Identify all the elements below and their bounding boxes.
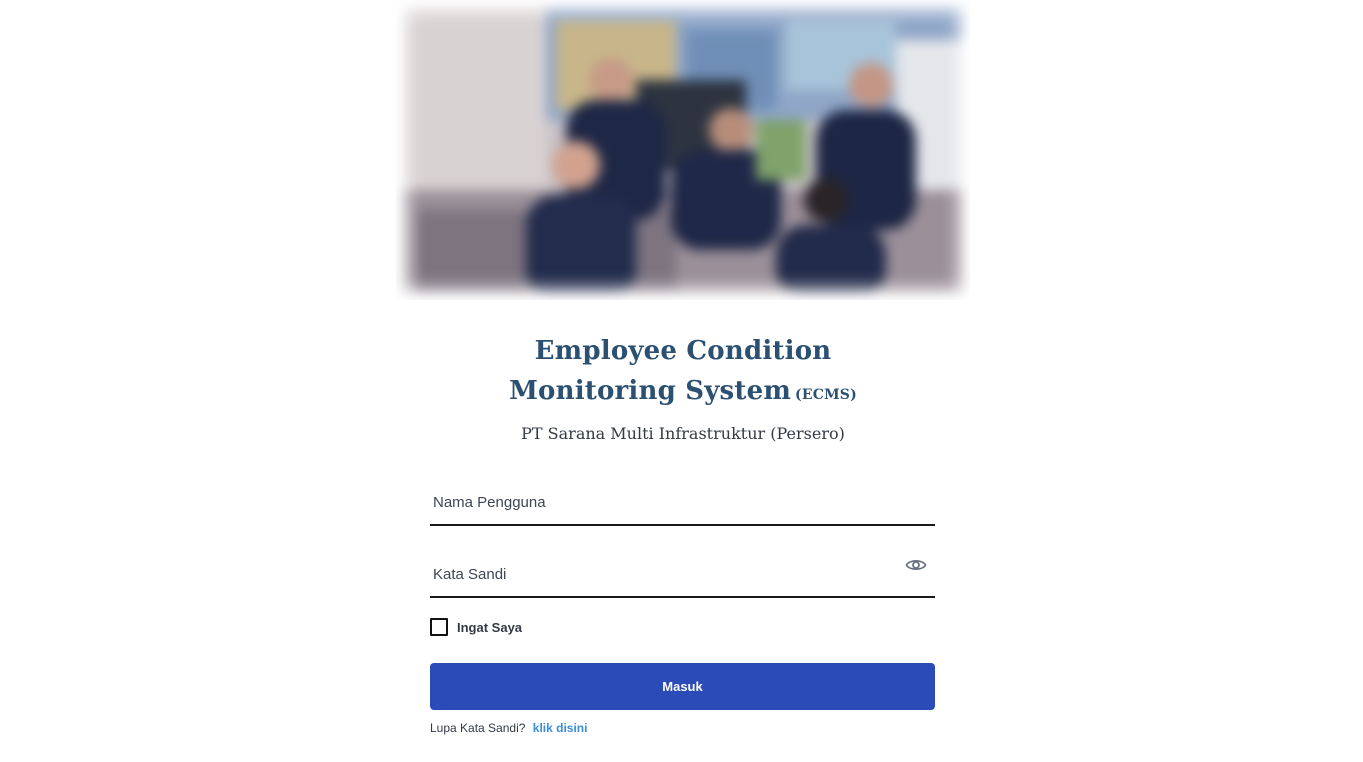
login-button[interactable]: Masuk: [430, 663, 935, 710]
eye-icon[interactable]: [905, 556, 927, 574]
app-title-abbreviation: (ECMS): [795, 387, 857, 403]
password-field: [430, 554, 935, 598]
username-field: [430, 482, 935, 526]
remember-me-checkbox[interactable]: [430, 618, 448, 636]
forgot-password: Lupa Kata Sandi? klik disini: [430, 721, 587, 735]
company-name: PT Sarana Multi Infrastruktur (Persero): [521, 424, 845, 443]
forgot-password-link[interactable]: klik disini: [533, 721, 588, 735]
remember-me-label: Ingat Saya: [457, 619, 523, 635]
app-title-line-2: Monitoring System (ECMS): [396, 376, 970, 406]
hero-photo: [396, 0, 970, 300]
app-title-line-1: Employee Condition: [534, 336, 832, 366]
app-title-text: Monitoring System: [509, 376, 792, 406]
username-input[interactable]: [430, 482, 896, 522]
remember-me: Ingat Saya: [430, 618, 522, 636]
login-page: Employee Condition Monitoring System (ECM…: [0, 0, 1363, 762]
password-input[interactable]: [430, 554, 896, 594]
forgot-password-text: Lupa Kata Sandi?: [430, 721, 526, 735]
